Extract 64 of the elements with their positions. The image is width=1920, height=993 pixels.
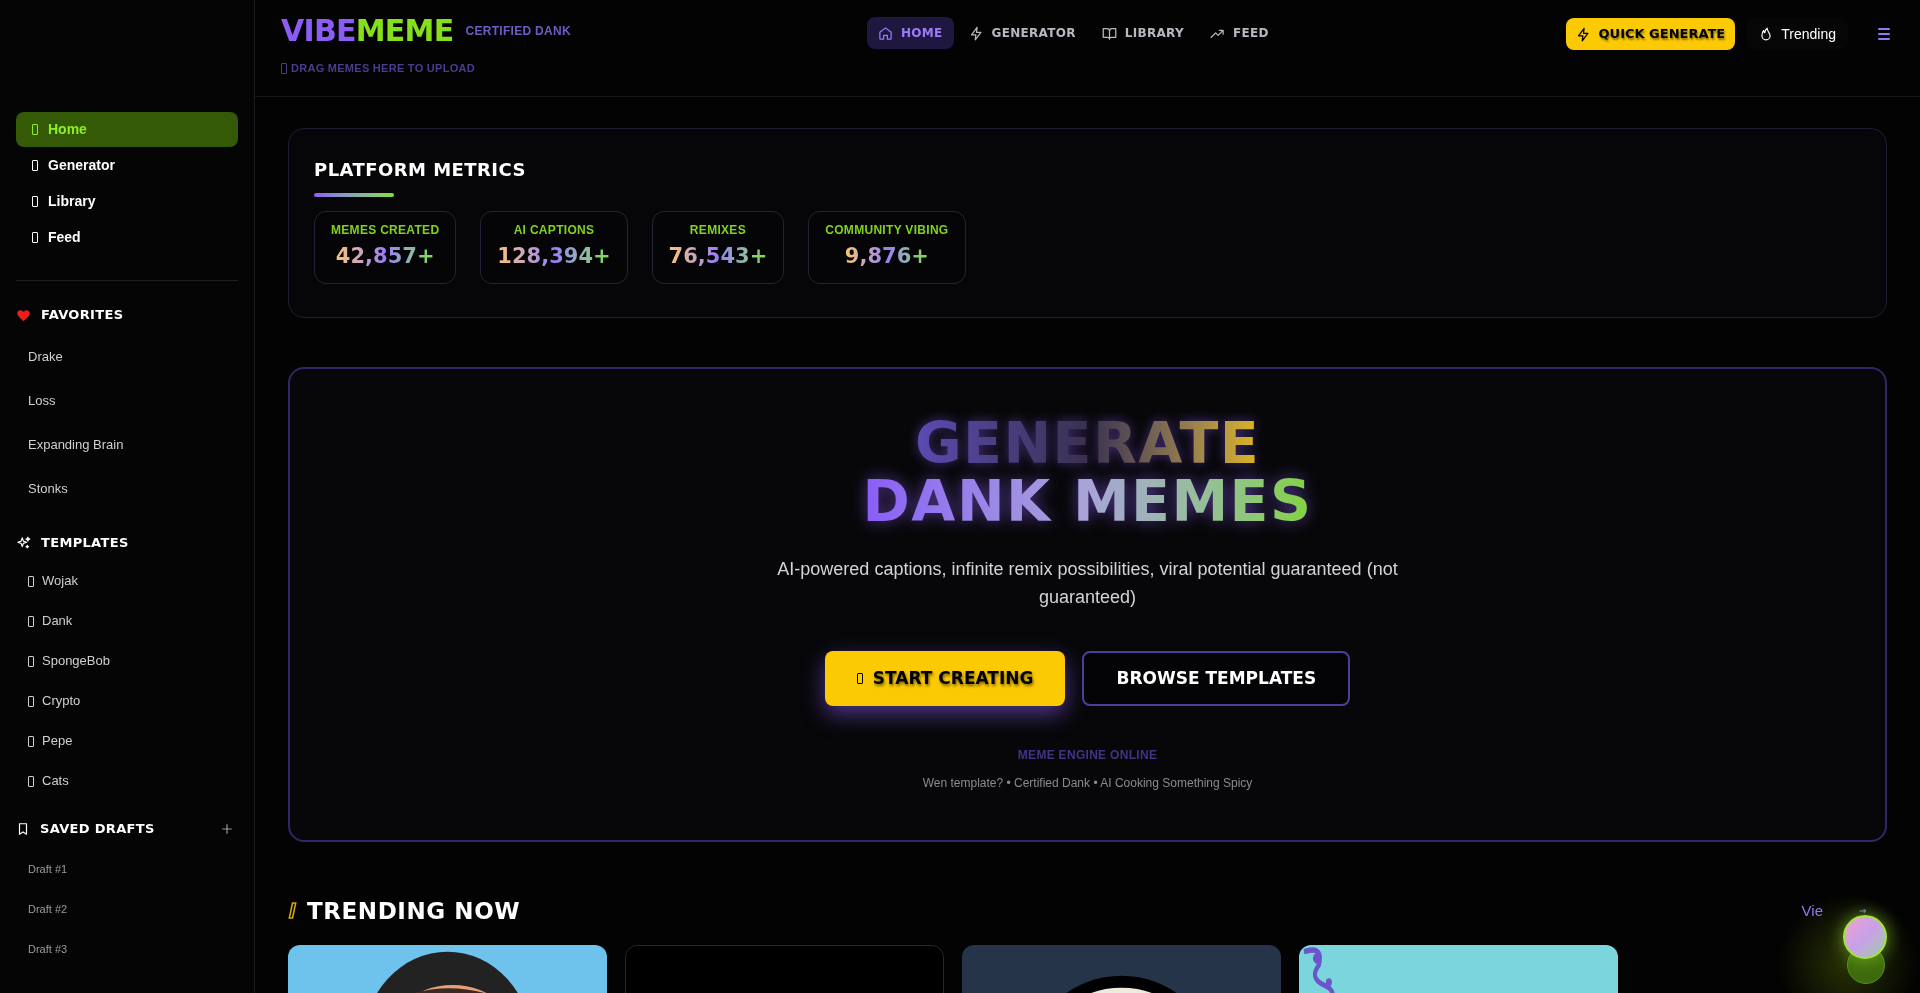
placeholder-glyph-icon [32,196,38,207]
placeholder-glyph-icon [281,62,287,74]
section-heading: SAVED DRAFTS [40,820,155,839]
metric-label: AI CAPTIONS [513,222,595,239]
favorite-item[interactable]: Drake [16,335,238,379]
section-heading: FAVORITES [41,306,124,325]
sidebar-item[interactable]: Library [16,184,238,219]
assistant-button[interactable] [1843,915,1887,959]
sidebar-item[interactable]: Home [16,112,238,147]
favorite-item[interactable]: Loss [16,379,238,423]
plus-icon [220,822,234,836]
quick-generate-button[interactable]: QUICK GENERATE [1565,18,1736,50]
add-draft-button[interactable] [220,822,234,836]
template-item[interactable]: Crypto [16,681,238,721]
placeholder-glyph-icon [32,124,38,135]
section-heading: TEMPLATES [41,534,129,553]
section-title: TRENDING NOW [307,896,521,926]
placeholder-glyph-icon [32,232,38,243]
logo[interactable]: VIBEMEME [281,16,454,46]
template-item[interactable]: Wojak [16,561,238,601]
placeholder-glyph-icon [856,672,863,684]
metric-label: MEMES CREATED [331,222,440,239]
hero-subtitle: AI-powered captions, infinite remix possibilities, viral potential guaranteed (not guaranteed) [776,557,1399,609]
placeholder-glyph-icon [28,775,34,787]
metric-label: COMMUNITY VIBING [825,222,949,239]
hero-footnote: Wen template? • Certified Dank • AI Cooking Something Spicy [922,774,1253,792]
nav-tab[interactable]: GENERATOR [957,17,1087,49]
sparkles-icon [16,535,31,551]
status-text: MEME ENGINE ONLINE [1017,746,1158,764]
placeholder-glyph-icon [28,575,34,587]
tagline: CERTIFIED DANK [465,23,571,40]
favorite-item[interactable]: Expanding Brain [16,423,238,467]
template-item[interactable]: Cats [16,761,238,801]
template-item[interactable]: SpongeBob [16,641,238,681]
slash-icon [288,902,297,920]
template-item[interactable]: Pepe [16,721,238,761]
upload-hint: DRAG MEMES HERE TO UPLOAD [291,61,475,76]
view-all-link[interactable]: Vie [1801,899,1823,922]
lightning-icon [1575,26,1591,42]
nav-tab[interactable]: FEED [1199,17,1280,49]
flame-icon [1759,27,1774,41]
draft-item[interactable]: Draft #2 [16,889,238,929]
template-item[interactable]: Dank [16,601,238,641]
draft-item[interactable]: Draft #1 [16,849,238,889]
draft-item[interactable]: Draft #3 [16,929,238,969]
placeholder-glyph-icon [28,615,34,627]
start-creating-button[interactable]: START CREATING [824,650,1066,706]
placeholder-glyph-icon [28,735,34,747]
placeholder-glyph-icon [32,160,38,171]
sidebar-item[interactable]: Feed [16,220,238,255]
section-title: PLATFORM METRICS [314,158,527,182]
browse-templates-button[interactable]: BROWSE TEMPLATES [1082,650,1351,706]
nav-tab[interactable]: HOME [867,17,954,49]
nav-tab[interactable]: LIBRARY [1090,17,1195,49]
favorite-item[interactable]: Stonks [16,467,238,511]
metric-label: REMIXES [689,222,746,239]
placeholder-glyph-icon [28,695,34,707]
heart-icon [16,307,31,323]
book-icon [1101,25,1117,41]
lightning-icon [968,25,984,41]
placeholder-glyph-icon [28,655,34,667]
bookmark-icon [16,822,30,836]
home-icon [878,25,893,41]
sidebar-item[interactable]: Generator [16,148,238,183]
